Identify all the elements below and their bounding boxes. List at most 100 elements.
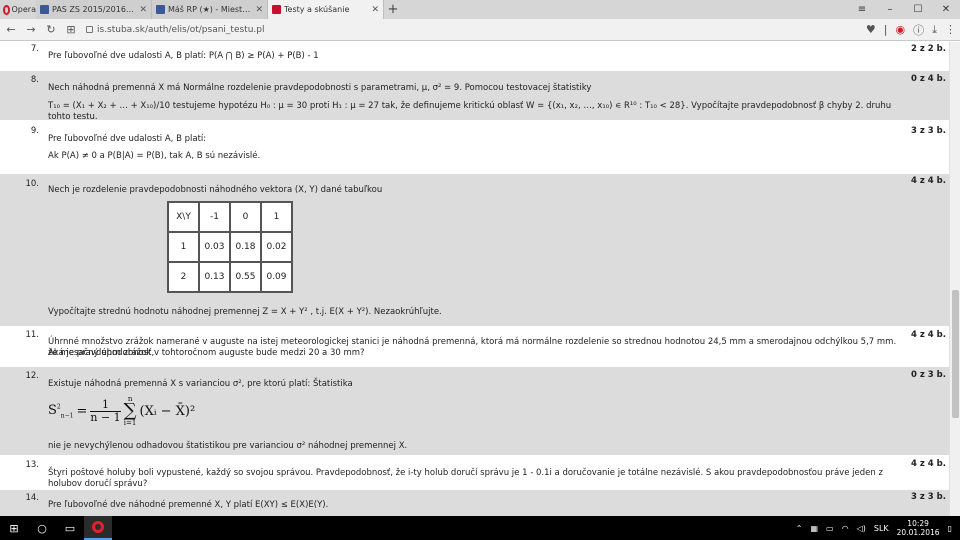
wifi-icon[interactable]: ◠ xyxy=(842,524,849,533)
battery-icon[interactable]: ▭ xyxy=(826,524,834,533)
question-text: Nech je rozdelenie pravdepodobnosti náho… xyxy=(48,185,383,195)
tab-menu-icon[interactable]: ≡ xyxy=(848,0,876,19)
tab-mas-rp[interactable]: Máš RP (★) - Miestnosti ✕ xyxy=(152,0,268,19)
table-cell: 0.03 xyxy=(198,231,231,263)
table-cell: 0.02 xyxy=(260,231,293,263)
forward-icon[interactable]: → xyxy=(24,23,38,36)
table-cell: 1 xyxy=(167,231,200,263)
sample-variance-formula: S2n−1 = 1 n − 1 n ∑ i=1 (Xᵢ − X̄)² xyxy=(48,395,195,427)
address-bar-actions: ♥ | ◉ ⓘ ⤓ ⋮ xyxy=(866,22,956,38)
close-icon[interactable]: ✕ xyxy=(371,5,379,15)
table-cell: 0.09 xyxy=(260,261,293,293)
opera-extension-icon[interactable]: ◉ xyxy=(896,23,906,36)
lock-icon xyxy=(86,26,93,33)
clock-date: 20.01.2016 xyxy=(896,528,940,537)
opera-logo-icon xyxy=(3,4,10,15)
table-cell: 0.18 xyxy=(229,231,262,263)
question-text: Ak P(A) ≠ 0 a P(B|A) = P(B), tak A, B sú… xyxy=(48,151,261,161)
scrollbar-thumb[interactable] xyxy=(952,290,959,418)
speed-dial-icon[interactable]: ⊞ xyxy=(64,23,78,36)
reload-icon[interactable]: ↻ xyxy=(44,23,58,36)
question-text: Štyri poštové holuby boli vypustené, kaž… xyxy=(48,468,883,489)
question-number: 8. xyxy=(30,75,39,85)
minimize-icon[interactable]: – xyxy=(876,0,904,19)
question-text: Pre ľubovoľné dve náhodné premenné X, Y … xyxy=(48,500,329,510)
opera-menu-button[interactable]: Opera xyxy=(0,0,36,19)
opera-logo-icon xyxy=(92,521,104,533)
question-score: 4 z 4 b. xyxy=(911,459,946,469)
question-score: 2 z 2 b. xyxy=(911,44,946,54)
windows-start-icon[interactable]: ⊞ xyxy=(0,516,28,540)
vertical-scrollbar[interactable] xyxy=(949,42,960,516)
opera-taskbar-button[interactable] xyxy=(84,516,112,540)
address-bar: ← → ↻ ⊞ is.stuba.sk/auth/elis/ot/psani_t… xyxy=(0,19,960,41)
question-14: 14. Pre ľubovoľné dve náhodné premenné X… xyxy=(0,490,949,516)
formula-equals: = xyxy=(76,403,88,419)
tab-testy[interactable]: Testy a skúšanie ✕ xyxy=(268,0,384,19)
question-number: 12. xyxy=(25,371,39,381)
test-page: 7. Pre ľubovoľné dve udalosti A, B platí… xyxy=(0,42,949,516)
question-13: 13. Štyri poštové holuby boli vypustené,… xyxy=(0,456,949,489)
question-score: 4 z 4 b. xyxy=(911,176,946,186)
info-icon[interactable]: ⓘ xyxy=(913,22,924,38)
sum-operator: n ∑ i=1 xyxy=(123,395,137,427)
chevron-up-icon[interactable]: ⌃ xyxy=(796,524,803,533)
formula-lhs: S2n−1 xyxy=(48,402,74,420)
table-cell: 2 xyxy=(167,261,200,293)
question-score: 3 z 3 b. xyxy=(911,126,946,136)
facebook-icon xyxy=(40,5,49,14)
heart-icon[interactable]: ♥ xyxy=(866,23,876,36)
table-cell: -1 xyxy=(198,201,231,233)
clock[interactable]: 10:29 20.01.2016 xyxy=(897,519,940,537)
question-number: 11. xyxy=(25,330,39,340)
question-number: 9. xyxy=(30,126,39,136)
tab-title: Testy a skúšanie xyxy=(284,5,350,14)
separator: | xyxy=(883,23,888,36)
table-row: 2 0.13 0.55 0.09 xyxy=(167,261,293,293)
url-field[interactable]: is.stuba.sk/auth/elis/ot/psani_testu.pl xyxy=(84,22,860,38)
volume-icon[interactable]: ◁) xyxy=(857,524,866,533)
question-number: 13. xyxy=(25,460,39,470)
table-cell: 0.55 xyxy=(229,261,262,293)
question-number: 10. xyxy=(25,179,39,189)
search-icon[interactable]: ○ xyxy=(28,516,56,540)
question-score: 0 z 3 b. xyxy=(911,370,946,380)
taskbar: ⊞ ○ ▭ ⌃ ▦ ▭ ◠ ◁) SLK 10:29 20.01.2016 ▯ xyxy=(0,516,960,540)
tab-title: PAS ZS 2015/2016 PKSS xyxy=(52,5,136,14)
tab-bar: Opera PAS ZS 2015/2016 PKSS ✕ Máš RP (★)… xyxy=(0,0,960,19)
tab-pas[interactable]: PAS ZS 2015/2016 PKSS ✕ xyxy=(36,0,152,19)
network-icon[interactable]: ▦ xyxy=(810,524,818,533)
notifications-icon[interactable]: ▯ xyxy=(948,524,952,533)
question-number: 7. xyxy=(30,44,39,54)
close-window-icon[interactable]: ✕ xyxy=(932,0,960,19)
table-row: 1 0.03 0.18 0.02 xyxy=(167,231,293,263)
table-cell: 0.13 xyxy=(198,261,231,293)
close-icon[interactable]: ✕ xyxy=(139,5,147,15)
back-icon[interactable]: ← xyxy=(4,23,18,36)
download-icon[interactable]: ⤓ xyxy=(932,23,937,37)
formula-body: (Xᵢ − X̄)² xyxy=(139,403,196,419)
maximize-icon[interactable]: ☐ xyxy=(904,0,932,19)
probability-table: X\Y -1 0 1 1 0.03 0.18 0.02 2 0.13 0.55 … xyxy=(167,201,293,293)
table-header-row: X\Y -1 0 1 xyxy=(167,201,293,233)
question-score: 4 z 4 b. xyxy=(911,330,946,340)
close-icon[interactable]: ✕ xyxy=(255,5,263,15)
question-8: 8. Nech náhodná premenná X má Normálne r… xyxy=(0,71,949,122)
question-9: 9. Pre ľubovoľné dve udalosti A, B platí… xyxy=(0,121,949,173)
table-cell: 1 xyxy=(260,201,293,233)
opera-menu-label: Opera xyxy=(11,5,37,14)
question-score: 0 z 4 b. xyxy=(911,74,946,84)
question-7: 7. Pre ľubovoľné dve udalosti A, B platí… xyxy=(0,42,949,70)
question-text: Pre ľubovoľné dve udalosti A, B platí: xyxy=(48,134,207,144)
ais-icon xyxy=(272,5,281,14)
language-indicator[interactable]: SLK xyxy=(874,524,889,533)
question-11: 11. Úhrnné množstvo zrážok namerané v au… xyxy=(0,327,949,366)
system-tray: ⌃ ▦ ▭ ◠ ◁) SLK 10:29 20.01.2016 ▯ xyxy=(796,519,960,537)
new-tab-button[interactable]: + xyxy=(384,0,402,19)
question-text: Vypočítajte strednú hodnotu náhodnej pre… xyxy=(48,307,442,317)
url-text: is.stuba.sk/auth/elis/ot/psani_testu.pl xyxy=(97,24,265,35)
question-text: Pre ľubovoľné dve udalosti A, B platí: P… xyxy=(48,51,319,61)
task-view-icon[interactable]: ▭ xyxy=(56,516,84,540)
table-cell: X\Y xyxy=(167,201,200,233)
more-icon[interactable]: ⋮ xyxy=(945,23,956,36)
